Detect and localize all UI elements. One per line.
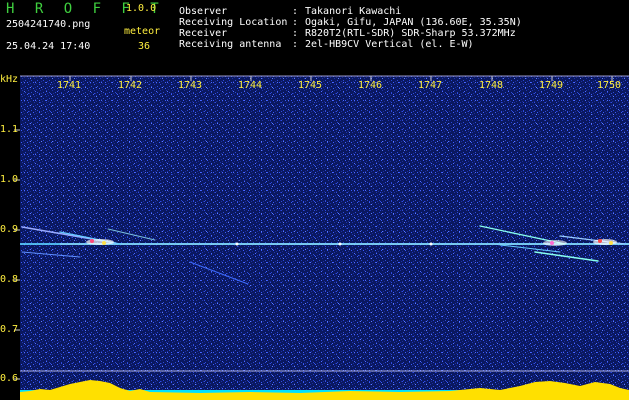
y-tick-label: 0.9 [0, 224, 19, 235]
x-tick-label: 1750 [597, 80, 622, 91]
meteor-head [429, 242, 433, 246]
y-tick-label: 1.0 [0, 174, 19, 185]
x-tick-label: 1747 [418, 80, 443, 91]
meteor-head [543, 240, 567, 246]
meteor-head [338, 242, 342, 246]
info-sep: : [292, 39, 299, 50]
y-tick-label: 1.1 [0, 124, 19, 135]
x-tick-label: 1745 [298, 80, 323, 91]
meteor-head [598, 239, 602, 243]
x-tick-label: 1749 [539, 80, 564, 91]
meteor-head [235, 242, 239, 246]
app-version: 1.0.0 [126, 3, 157, 14]
x-tick-label: 1744 [238, 80, 263, 91]
meteor-head [90, 239, 94, 243]
x-tick-label: 1743 [178, 80, 203, 91]
header-panel: H R O F F T 1.0.0 2504241740.png 25.04.2… [0, 0, 629, 68]
y-tick-label: 0.7 [0, 324, 19, 335]
info-value-antenna: 2el-HB9CV Vertical (el. E-W) [305, 39, 474, 50]
meteor-count: 36 [138, 41, 151, 52]
file-name: 2504241740.png [6, 19, 91, 30]
meteor-head [609, 241, 613, 245]
y-tick-label: 0.6 [0, 373, 19, 384]
x-tick-label: 1742 [118, 80, 143, 91]
x-tick-label: 1748 [479, 80, 504, 91]
meteor-head [550, 241, 554, 245]
x-tick-label: 1741 [57, 80, 82, 91]
meteor-head [102, 241, 106, 245]
spectrogram [14, 75, 629, 400]
meteor-head [593, 239, 617, 245]
y-tick-label: 0.8 [0, 274, 19, 285]
meteor-head [86, 239, 114, 245]
file-datetime: 25.04.24 17:40 [6, 41, 91, 52]
info-key-antenna: Receiving antenna [179, 39, 282, 50]
y-axis-unit: kHz [0, 74, 19, 85]
x-tick-label: 1746 [358, 80, 383, 91]
meteor-label: meteor [124, 26, 161, 37]
